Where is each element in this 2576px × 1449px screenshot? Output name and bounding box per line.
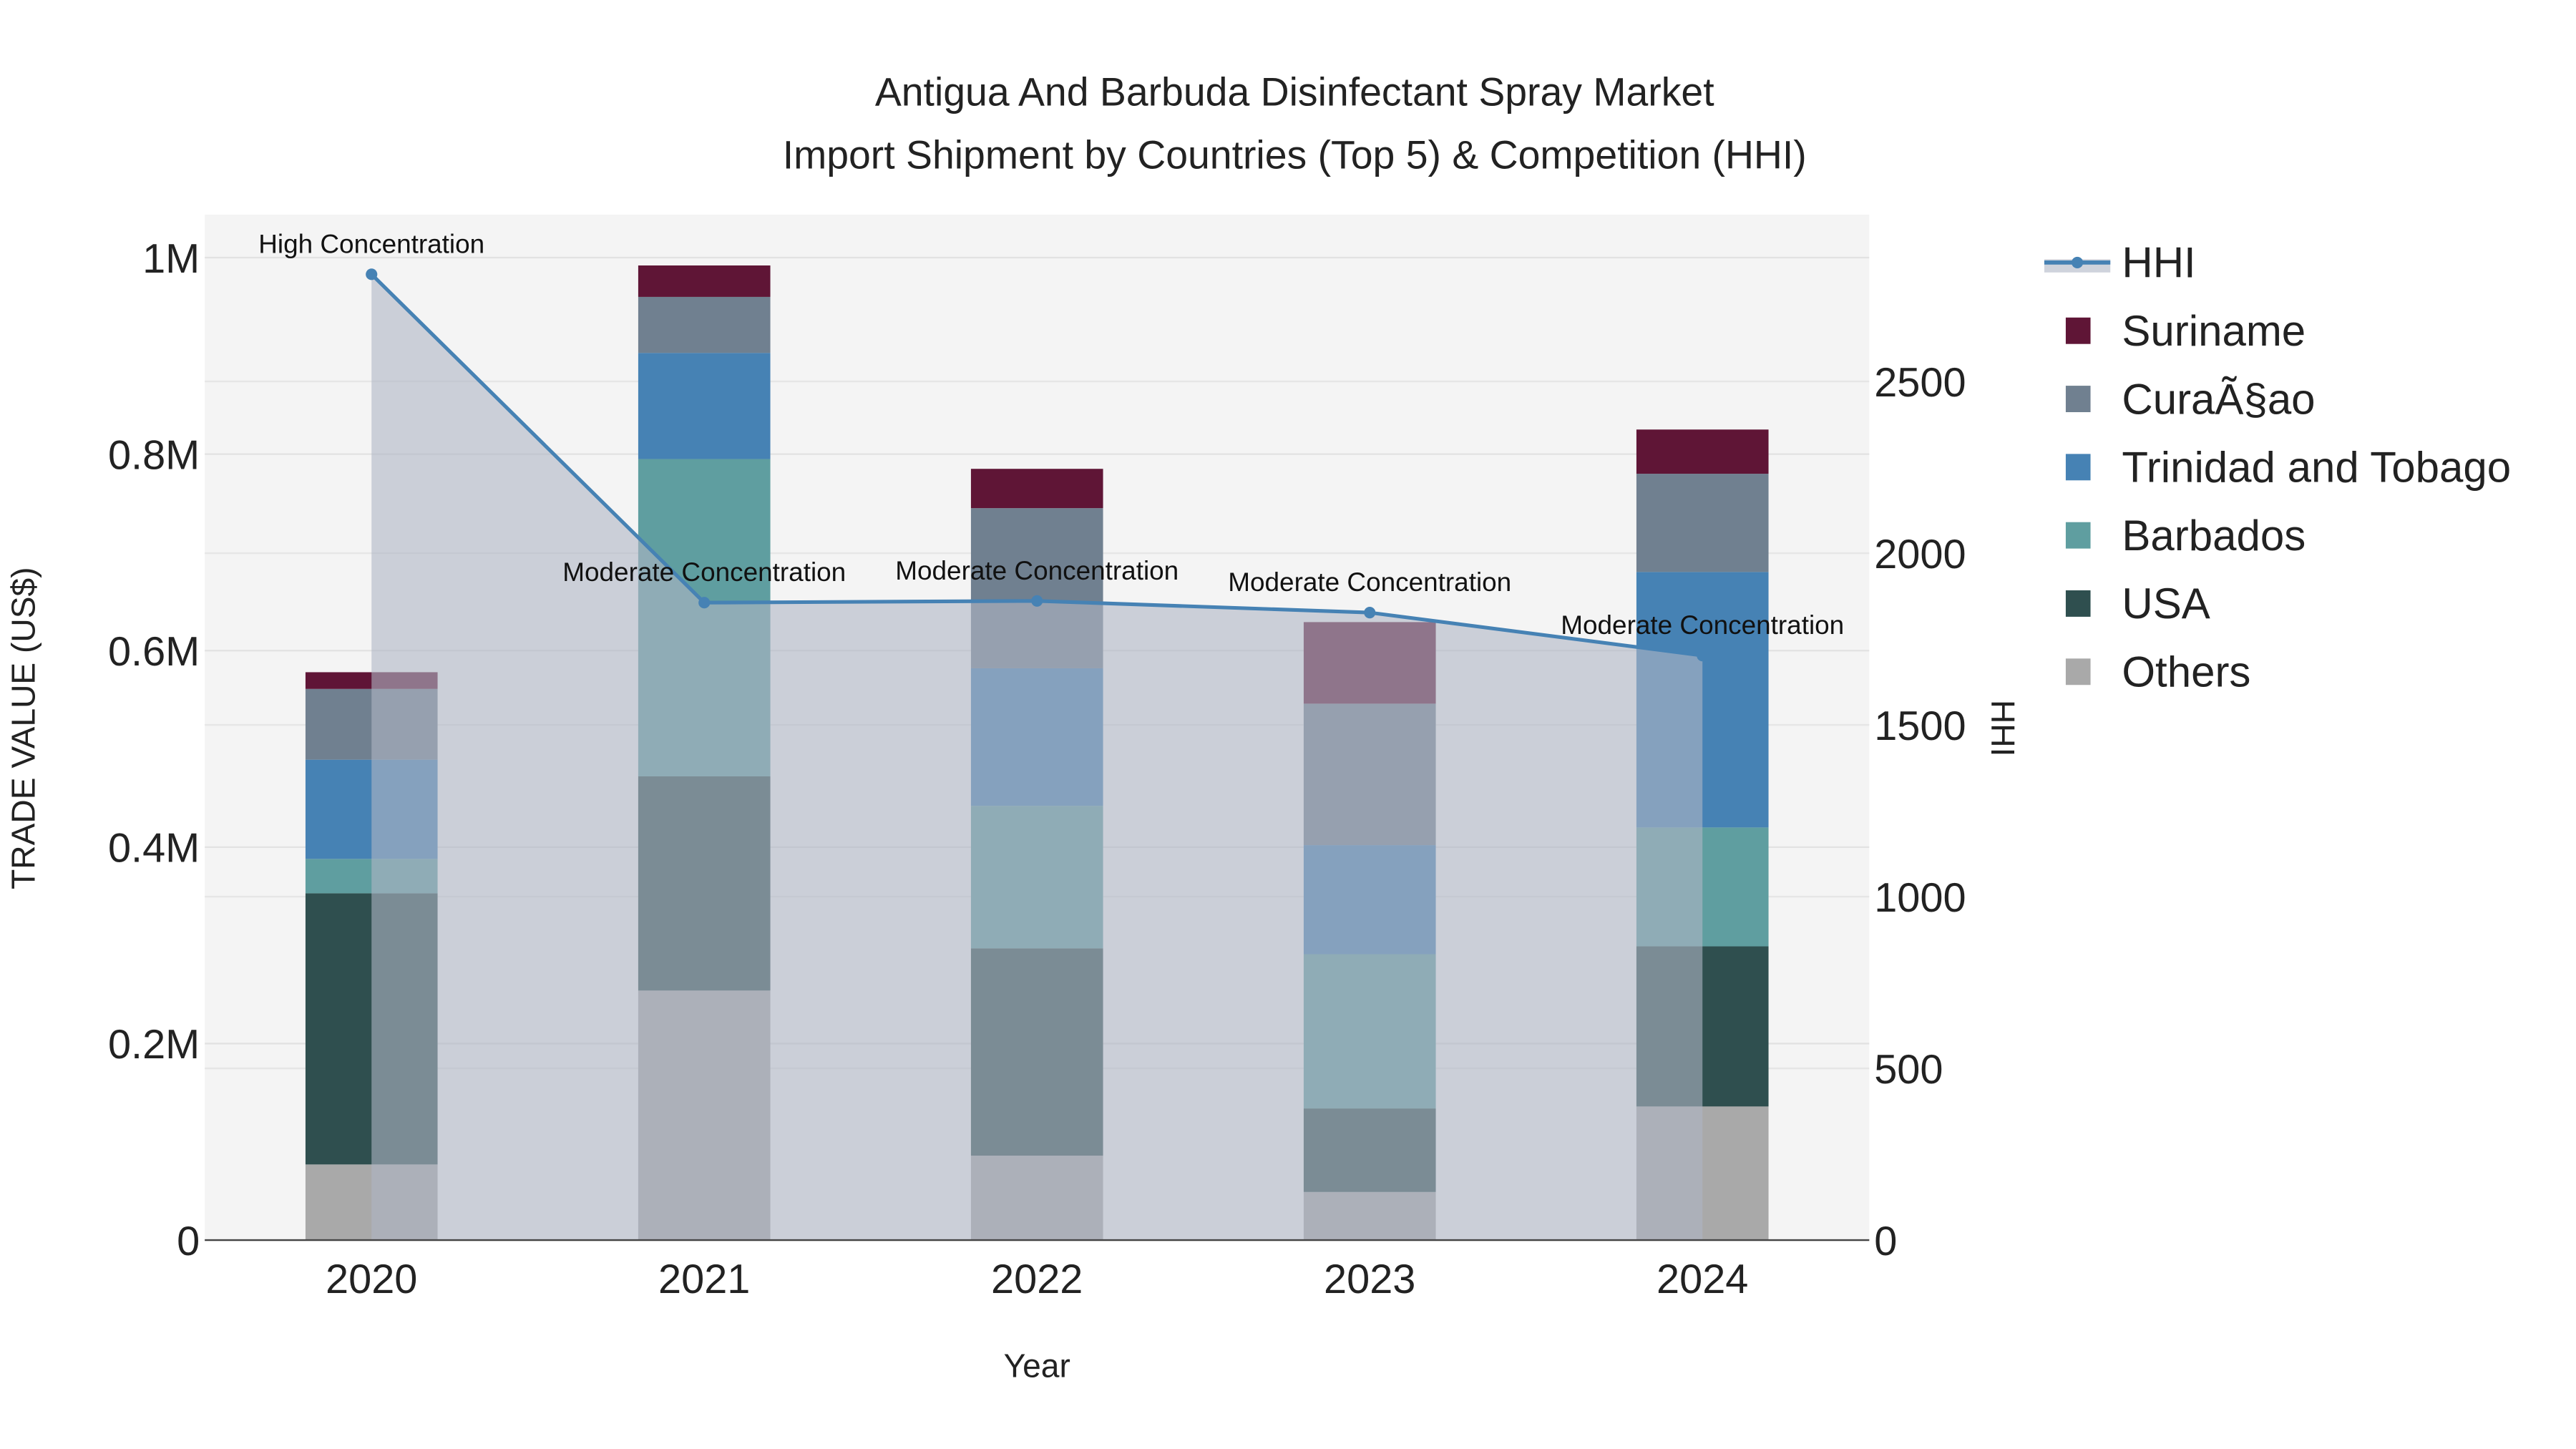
y-tick-label: 1M xyxy=(142,236,200,282)
x-tick-label: 2021 xyxy=(658,1257,750,1302)
chart: High Concentration Moderate Concentration… xyxy=(0,0,2576,1449)
x-tick-label: 2020 xyxy=(326,1257,417,1302)
y-tick-label: 0.6M xyxy=(108,629,200,675)
hhi-annotation: High Concentration xyxy=(258,229,484,258)
hhi-point-2021[interactable] xyxy=(698,597,711,609)
bar-suriname-2022[interactable] xyxy=(970,469,1103,509)
legend-label: CuraÃ§ao xyxy=(2122,375,2315,423)
x-tick-label: 2023 xyxy=(1324,1257,1415,1302)
legend-label: Suriname xyxy=(2122,307,2306,355)
hhi-point-2023[interactable] xyxy=(1364,607,1376,619)
hhi-annotation: Moderate Concentration xyxy=(1228,567,1511,597)
y-tick-label: 0.8M xyxy=(108,432,200,478)
hhi-annotation: Moderate Concentration xyxy=(1561,610,1844,640)
hhi-point-2024[interactable] xyxy=(1697,650,1709,662)
y2-tick-label: 500 xyxy=(1874,1047,1943,1093)
legend-item-trinidad-and-tobago[interactable]: Trinidad and Tobago xyxy=(2065,444,2511,492)
bar-suriname-2024[interactable] xyxy=(1636,429,1769,474)
y-tick-label: 0.4M xyxy=(108,826,200,872)
chart-title-line2: Import Shipment by Countries (Top 5) & C… xyxy=(783,132,1807,177)
y2-tick-label: 2000 xyxy=(1874,532,1966,577)
x-tick-label: 2022 xyxy=(991,1257,1083,1302)
legend-swatch xyxy=(2065,590,2091,617)
hhi-annotation: Moderate Concentration xyxy=(895,556,1179,585)
legend-label: Barbados xyxy=(2122,512,2306,560)
bar-cura-ao-2021[interactable] xyxy=(638,296,771,353)
legend-label: HHI xyxy=(2122,239,2195,287)
y2-tick-label: 0 xyxy=(1874,1219,1897,1264)
hhi-point-2022[interactable] xyxy=(1031,595,1043,607)
y-tick-label: 0 xyxy=(177,1219,200,1264)
y2-axis-title: HHI xyxy=(1984,700,2021,756)
legend-swatch xyxy=(2065,386,2091,412)
legend-label: USA xyxy=(2122,580,2210,628)
y2-tick-label: 2500 xyxy=(1874,360,1966,406)
y2-tick-label: 1500 xyxy=(1874,703,1966,749)
hhi-annotation: Moderate Concentration xyxy=(562,557,846,587)
legend-label: Trinidad and Tobago xyxy=(2122,444,2511,492)
x-tick-label: 2024 xyxy=(1657,1257,1748,1302)
chart-title-line1: Antigua And Barbuda Disinfectant Spray M… xyxy=(875,70,1714,114)
y2-tick-label: 1000 xyxy=(1874,875,1966,921)
x-axis-title: Year xyxy=(1004,1347,1070,1385)
legend-swatch xyxy=(2072,256,2084,268)
bar-suriname-2021[interactable] xyxy=(638,265,771,297)
legend-label: Others xyxy=(2122,648,2250,696)
legend-swatch xyxy=(2065,658,2091,686)
y-tick-label: 0.2M xyxy=(108,1022,200,1068)
hhi-point-2020[interactable] xyxy=(366,268,378,280)
bar-cura-ao-2024[interactable] xyxy=(1636,474,1769,572)
legend-swatch xyxy=(2065,317,2091,344)
legend-swatch xyxy=(2065,454,2091,481)
bar-trinidad-and-tobago-2021[interactable] xyxy=(638,353,771,459)
y-axis-title: TRADE VALUE (US$) xyxy=(4,567,42,889)
legend-swatch xyxy=(2065,522,2091,549)
